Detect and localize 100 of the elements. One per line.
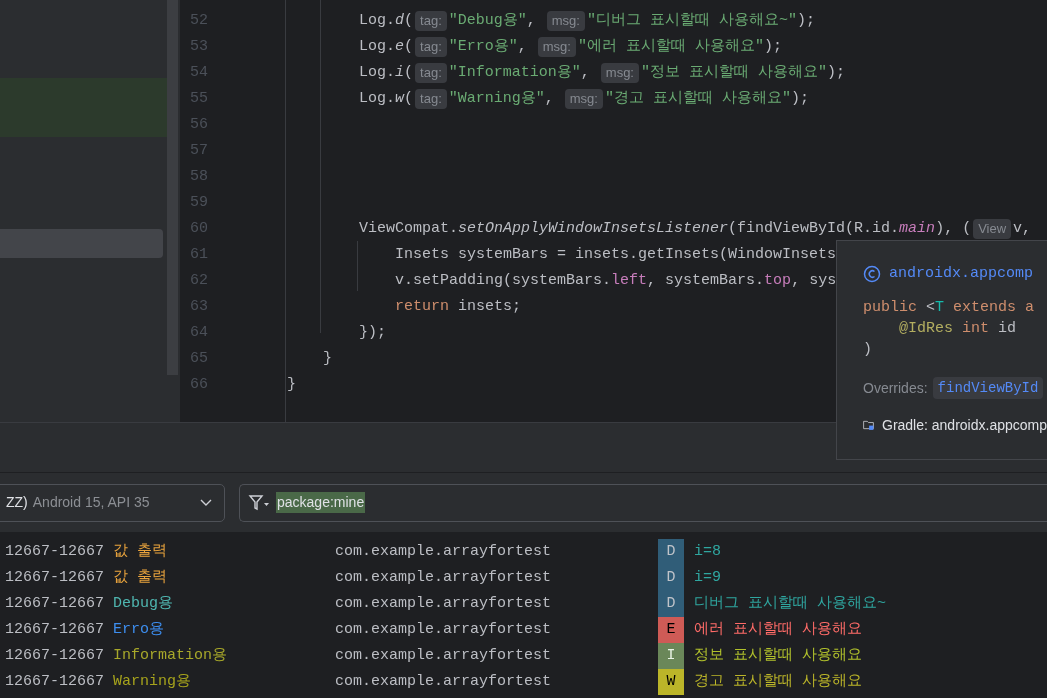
code-token: w [395,88,405,109]
code-token: T [935,299,945,316]
code-token: setOnApplyWindowInsetsListener [458,218,729,239]
package-name: com.example.arrayfortest [335,645,553,666]
code-token: extends a [952,299,1035,316]
code-token: "Information용" [448,62,581,83]
parameter-hint: tag: [415,11,447,31]
parameter-hint: tag: [415,37,447,57]
class-name-link[interactable]: androidx.appcomp [889,262,1034,286]
package-name: com.example.arrayfortest [335,593,553,614]
parameter-hint: msg: [600,63,639,83]
code-token: i [395,62,405,83]
code-token: ); [763,36,782,57]
library-source: Gradle: androidx.appcomp [882,415,1047,435]
package-name: com.example.arrayfortest [335,671,553,692]
code-token: ); [796,10,815,31]
code-token: , [517,36,528,57]
code-token: left [611,270,648,291]
code-token: insets; [457,296,522,317]
parameter-hint: View [973,219,1012,239]
code-token: int [961,320,990,337]
log-message: 정보 표시할때 사용해요 [693,645,862,666]
log-tag: 값 출력 [113,566,335,590]
code-token: top [764,270,792,291]
code-token: "Warning용" [448,88,545,109]
code-token: main [899,218,936,239]
code-token: ) [863,341,872,358]
log-message: i=9 [693,567,721,588]
log-level-badge: I [658,643,684,669]
process-id: 12667-12667 [4,541,106,562]
code-token: "경고 표시할때 사용해요" [604,88,791,109]
code-token: ), ( [935,218,972,239]
package-name: com.example.arrayfortest [335,567,553,588]
chevron-down-icon [200,498,212,507]
log-level-badge: W [658,669,684,695]
parameter-hint: tag: [415,89,447,109]
package-name: com.example.arrayfortest [335,619,553,640]
code-token: } [287,374,296,395]
code-token: public [863,299,917,316]
code-token: ); [790,88,809,109]
code-token: , [526,10,537,31]
parameter-hint: msg: [564,89,603,109]
code-token: , [580,62,591,83]
overrides-label: Overrides: [863,378,928,398]
parameter-hint: msg: [546,11,585,31]
log-message: i=8 [693,541,721,562]
selected-row[interactable] [0,229,163,258]
filter-field[interactable]: package:mine [239,483,1047,522]
parameter-hint: tag: [415,63,447,83]
code-token: Log. [358,10,396,31]
code-token: } [322,348,332,369]
code-token: < [925,299,936,316]
code-token: "디버그 표시할때 사용해요~" [586,10,797,31]
process-id: 12667-12667 [4,671,106,692]
code-token: "Debug용" [448,10,527,31]
code-token: , [544,88,555,109]
code-token: , sys [791,270,837,291]
process-id: 12667-12667 [4,593,106,614]
code-token: , systemBars. [647,270,765,291]
log-tag: Information용 [113,644,335,668]
package-name: com.example.arrayfortest [335,541,553,562]
code-token: v.setPadding(systemBars. [394,270,612,291]
code-token: return [394,296,450,317]
code-token: "에러 표시할때 사용해요" [577,36,764,57]
device-dropdown[interactable]: ZZ) Android 15, API 35 [0,483,225,522]
code-token: "Erro용" [448,36,518,57]
log-message: 경고 표시할때 사용해요 [693,671,862,692]
class-icon [863,265,881,283]
code-token: ); [827,62,845,83]
process-id: 12667-12667 [4,619,106,640]
overrides-link[interactable]: findViewById [932,377,1044,399]
code-token: Log. [358,62,396,83]
log-message: 디버그 표시할때 사용해요~ [693,593,886,614]
code-token: @IdRes [898,320,953,337]
log-tag: 값 출력 [113,540,335,564]
process-id: 12667-12667 [4,645,106,666]
log-level-badge: D [658,565,684,591]
code-token: Insets systemBars = insets.getInsets(WindowInsets [394,244,837,265]
code-token: Log. [358,36,396,57]
code-token: ( [404,10,414,31]
parameter-hint: msg: [537,37,576,57]
code-token: id [997,320,1017,337]
code-token: (findViewById(R.id. [728,218,900,239]
code-token: ( [404,36,414,57]
code-token: d [395,10,405,31]
log-tag: Erro용 [113,618,335,642]
process-id: 12667-12667 [4,567,106,588]
filter-icon[interactable] [248,493,270,512]
log-tag: Debug용 [113,592,335,616]
code-token: e [395,36,405,57]
code-token: ( [404,88,414,109]
log-message: 에러 표시할때 사용해요 [693,619,862,640]
code-token: Log. [358,88,396,109]
code-token: ViewCompat. [358,218,459,239]
log-tag: Warning용 [113,670,335,694]
log-level-badge: E [658,617,684,643]
code-token: v, [1013,218,1032,239]
log-level-badge: D [658,591,684,617]
log-level-badge: D [658,539,684,565]
code-token: ( [404,62,414,83]
